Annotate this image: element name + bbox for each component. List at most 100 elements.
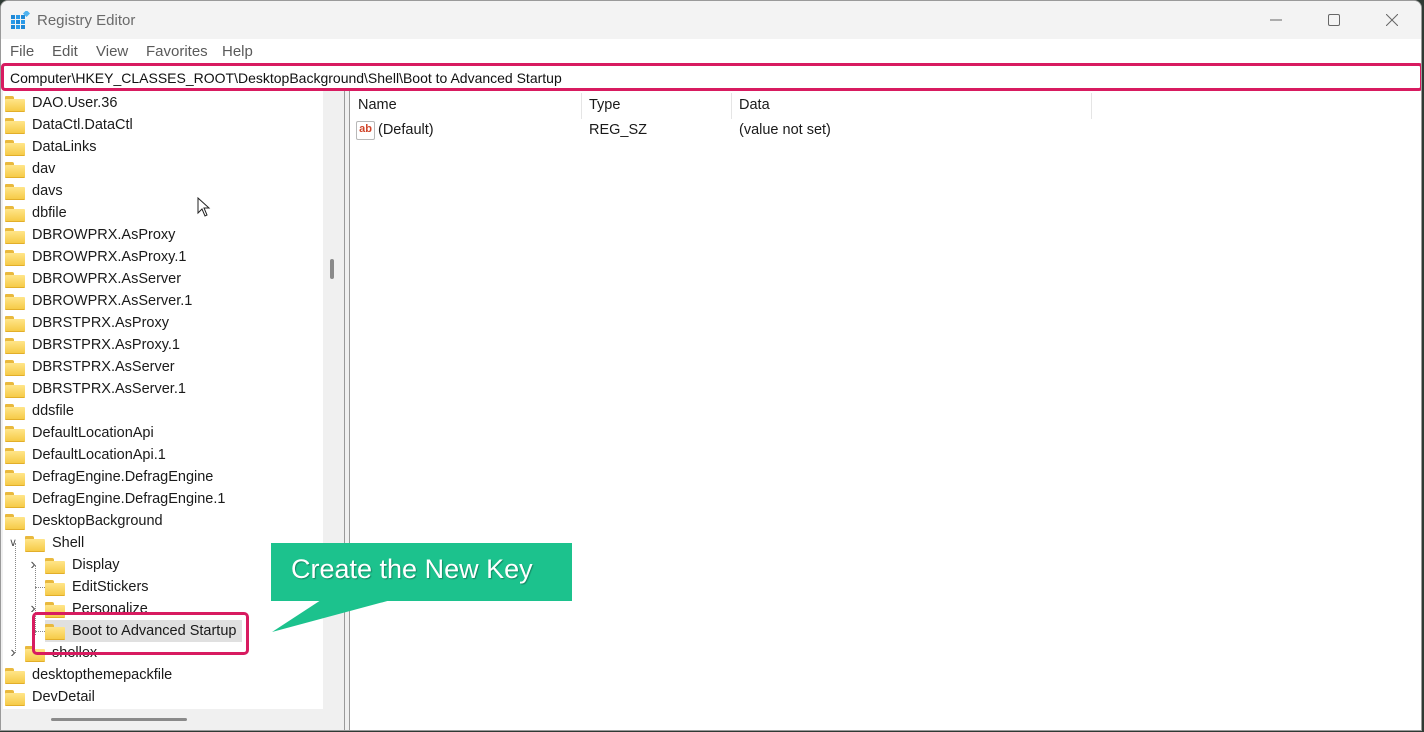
tree-item[interactable]: › Personalize (30, 598, 148, 620)
minimize-icon (1270, 19, 1282, 21)
folder-icon (5, 447, 25, 464)
tree-item-label: ddsfile (32, 403, 74, 419)
tree-item[interactable]: DBRSTPRX.AsProxy (5, 312, 169, 334)
tree-item-label: Personalize (72, 601, 148, 617)
callout-text: Create the New Key (291, 554, 533, 584)
tree-item[interactable]: dbfile (5, 202, 67, 224)
tree-item-label: desktopthemepackfile (32, 667, 173, 683)
tree-item-label: Boot to Advanced Startup (72, 623, 237, 639)
tree-item[interactable]: DesktopBackground (5, 510, 163, 532)
tree-item[interactable]: davs (5, 180, 63, 202)
maximize-button[interactable] (1305, 1, 1363, 39)
folder-icon (5, 359, 25, 376)
tree-item[interactable]: DBROWPRX.AsProxy (5, 224, 175, 246)
tree-connector-line (35, 631, 45, 632)
title-bar[interactable]: Registry Editor (1, 1, 1421, 39)
folder-icon (5, 249, 25, 266)
tree-item[interactable]: ∨ Shell (9, 532, 84, 554)
tree-item-label: DBRSTPRX.AsServer.1 (32, 381, 186, 397)
registry-editor-icon (11, 11, 30, 29)
tree-item[interactable]: DefragEngine.DefragEngine.1 (5, 488, 225, 510)
tree-item[interactable]: EditStickers (45, 576, 149, 598)
tree-item-label: DevDetail (32, 689, 95, 705)
folder-icon (5, 205, 25, 222)
tree-item[interactable]: desktopthemepackfile (5, 664, 172, 686)
column-header-data[interactable]: Data (739, 97, 770, 113)
tree-item[interactable]: DBRSTPRX.AsProxy.1 (5, 334, 180, 356)
tree-connector-line (35, 587, 45, 588)
folder-icon (5, 689, 25, 706)
address-input[interactable]: Computer\HKEY_CLASSES_ROOT\DesktopBackgr… (10, 70, 562, 86)
tree-item-label: DBROWPRX.AsProxy (32, 227, 176, 243)
column-divider[interactable] (1091, 93, 1092, 119)
folder-icon (5, 315, 25, 332)
folder-icon (5, 139, 25, 156)
tree-item-label: DAO.User.36 (32, 95, 118, 111)
menu-help[interactable]: Help (222, 43, 253, 60)
tree-item-label: dav (32, 161, 56, 177)
folder-icon (25, 535, 45, 552)
tree-item[interactable]: dav (5, 158, 55, 180)
tree-item[interactable]: DataLinks (5, 136, 96, 158)
chevron-right-icon[interactable]: › (27, 601, 39, 617)
menu-edit[interactable]: Edit (52, 43, 78, 60)
value-type: REG_SZ (589, 122, 648, 138)
tree-item[interactable]: › Display (30, 554, 120, 576)
address-bar[interactable]: Computer\HKEY_CLASSES_ROOT\DesktopBackgr… (1, 63, 1421, 91)
tree-item[interactable]: DBROWPRX.AsServer.1 (5, 290, 192, 312)
tree-item[interactable]: DevDetail (5, 686, 95, 708)
menu-file[interactable]: File (10, 43, 34, 60)
tree-item[interactable]: DataCtl.DataCtl (5, 114, 133, 136)
value-data: (value not set) (739, 122, 831, 138)
folder-icon (5, 293, 25, 310)
folder-icon (45, 557, 65, 574)
folder-icon (25, 645, 45, 662)
folder-icon (45, 579, 65, 596)
folder-icon (45, 601, 65, 618)
folder-icon (5, 381, 25, 398)
menu-view[interactable]: View (96, 43, 128, 60)
tree-horizontal-scrollbar[interactable] (51, 718, 187, 721)
mouse-cursor-icon (197, 197, 211, 217)
tree-item[interactable]: DBROWPRX.AsProxy.1 (5, 246, 186, 268)
tree-item[interactable]: DefragEngine.DefragEngine (5, 466, 213, 488)
tree-item-label: DBRSTPRX.AsProxy.1 (32, 337, 180, 353)
tree-item[interactable]: › shellex (10, 642, 97, 664)
tree-item[interactable]: DefaultLocationApi (5, 422, 154, 444)
tree-item[interactable]: DBRSTPRX.AsServer (5, 356, 175, 378)
close-button[interactable] (1363, 1, 1421, 39)
key-tree-pane: DAO.User.36 DataCtl.DataCtl DataLinks dav da… (1, 91, 344, 730)
tree-item[interactable]: DAO.User.36 (5, 92, 117, 114)
values-pane: Name Type Data ab (Default) REG_SZ (valu… (350, 91, 1421, 730)
folder-icon (5, 161, 25, 178)
column-header-name[interactable]: Name (358, 97, 397, 113)
tree-item-label: DefragEngine.DefragEngine.1 (32, 491, 226, 507)
folder-icon (5, 183, 25, 200)
chevron-right-icon[interactable]: › (7, 645, 19, 661)
tree-item-label: DesktopBackground (32, 513, 163, 529)
tree-item[interactable]: Boot to Advanced Startup (45, 620, 243, 642)
tree-item[interactable]: DBRSTPRX.AsServer.1 (5, 378, 186, 400)
tree-item-label: DBRSTPRX.AsProxy (32, 315, 169, 331)
column-divider[interactable] (731, 93, 732, 119)
maximize-icon (1328, 14, 1340, 26)
string-value-icon: ab (356, 121, 375, 140)
tree-item[interactable]: DefaultLocationApi.1 (5, 444, 166, 466)
value-name: (Default) (378, 122, 434, 138)
tree-item-label: DefaultLocationApi (32, 425, 154, 441)
menu-favorites[interactable]: Favorites (146, 43, 208, 60)
column-divider[interactable] (581, 93, 582, 119)
window-title: Registry Editor (37, 12, 136, 29)
chevron-right-icon[interactable]: › (27, 557, 39, 573)
tree-vertical-scrollbar[interactable] (330, 259, 334, 279)
callout-pointer (272, 600, 391, 632)
tree-item-label: DBROWPRX.AsServer (32, 271, 182, 287)
folder-icon (5, 117, 25, 134)
folder-icon (5, 425, 25, 442)
chevron-down-icon[interactable]: ∨ (7, 537, 19, 549)
tree-item[interactable]: DBROWPRX.AsServer (5, 268, 181, 290)
tree-item[interactable]: ddsfile (5, 400, 74, 422)
minimize-button[interactable] (1247, 1, 1305, 39)
column-header-type[interactable]: Type (589, 97, 620, 113)
folder-icon (5, 271, 25, 288)
